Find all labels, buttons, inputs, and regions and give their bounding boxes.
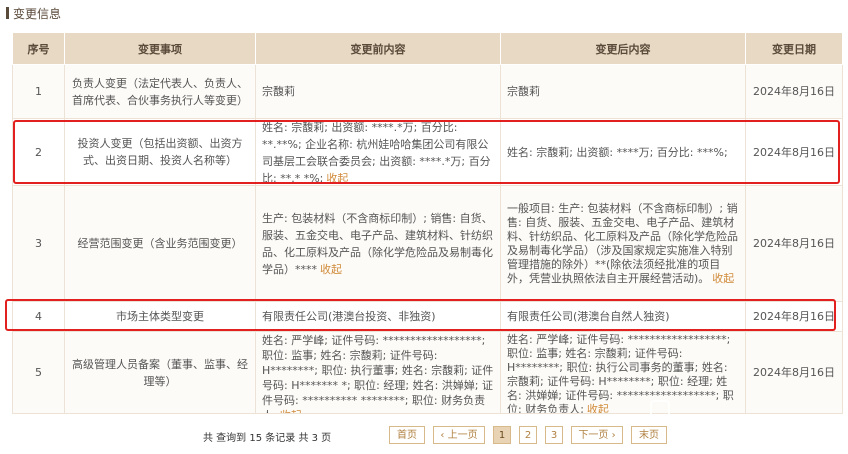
pagination-summary: 共 查询到 15 条记录 共 3 页 xyxy=(203,433,332,444)
watermark-logo-icon xyxy=(650,400,670,420)
row-before-cell: 姓名: 严学峰; 证件号码: ******************; 职位: 监… xyxy=(255,331,501,414)
table-row: 3 经营范围变更（含业务范围变更） 生产: 包装材料（不含商标印制）; 销售: … xyxy=(12,185,843,302)
row-after: 姓名: 宗馥莉; 出资额: ****万; 百分比: ***%; xyxy=(500,118,746,186)
change-info-table: 序号 变更事项 变更前内容 变更后内容 变更日期 1 负责人变更（法定代表人、负… xyxy=(12,32,843,414)
row-date: 2024年8月16日 xyxy=(745,185,843,302)
row-item: 市场主体类型变更 xyxy=(64,301,256,332)
row-before: 姓名: 宗馥莉; 出资额: ****.*万; 百分比: **.**%; 企业名称… xyxy=(262,121,491,185)
row-index: 3 xyxy=(12,185,65,302)
row-after: 一般项目: 生产: 包装材料（不含商标印制）; 销售: 自货、服装、五金交电、电… xyxy=(507,201,738,285)
row-item: 高级管理人员备案（董事、监事、经理等） xyxy=(64,331,256,414)
collapse-link[interactable]: 收起 xyxy=(587,403,609,413)
first-page-button[interactable]: 首页 xyxy=(389,426,425,444)
row-date: 2024年8月16日 xyxy=(745,64,843,119)
last-page-button[interactable]: 末页 xyxy=(631,426,667,444)
watermark xyxy=(650,395,840,425)
section-marker xyxy=(6,7,9,19)
page-button-2[interactable]: 2 xyxy=(519,426,537,444)
table-row: 1 负责人变更（法定代表人、负责人、首席代表、合伙事务执行人等变更） 宗馥莉 宗… xyxy=(12,64,843,119)
pagination: 共 查询到 15 条记录 共 3 页 首页 ‹ 上一页 1 2 3 下一页 › … xyxy=(0,425,848,447)
section-title: 变更信息 xyxy=(13,6,62,21)
collapse-link[interactable]: 收起 xyxy=(280,409,302,413)
collapse-link[interactable]: 收起 xyxy=(326,172,348,185)
section-header: 变更信息 xyxy=(6,3,61,23)
collapse-link[interactable]: 收起 xyxy=(320,263,342,276)
table-row: 4 市场主体类型变更 有限责任公司(港澳台投资、非独资) 有限责任公司(港澳台自… xyxy=(12,301,843,332)
table-header-row: 序号 变更事项 变更前内容 变更后内容 变更日期 xyxy=(12,32,843,65)
row-item: 投资人变更（包括出资额、出资方式、出资日期、投资人名称等） xyxy=(64,118,256,186)
row-before: 宗馥莉 xyxy=(255,64,501,119)
table-row: 2 投资人变更（包括出资额、出资方式、出资日期、投资人名称等） 姓名: 宗馥莉;… xyxy=(12,118,843,186)
row-index: 2 xyxy=(12,118,65,186)
row-before: 有限责任公司(港澳台投资、非独资) xyxy=(255,301,501,332)
row-index: 1 xyxy=(12,64,65,119)
row-before: 生产: 包装材料（不含商标印制）; 销售: 自货、服装、五金交电、电子产品、建筑… xyxy=(262,211,493,276)
row-item: 经营范围变更（含业务范围变更） xyxy=(64,185,256,302)
next-page-button[interactable]: 下一页 › xyxy=(571,426,623,444)
row-before-cell: 姓名: 宗馥莉; 出资额: ****.*万; 百分比: **.**%; 企业名称… xyxy=(255,118,501,186)
header-before: 变更前内容 xyxy=(255,32,501,65)
prev-page-button[interactable]: ‹ 上一页 xyxy=(433,426,485,444)
row-item: 负责人变更（法定代表人、负责人、首席代表、合伙事务执行人等变更） xyxy=(64,64,256,119)
row-before: 姓名: 严学峰; 证件号码: ******************; 职位: 监… xyxy=(262,333,494,413)
row-date: 2024年8月16日 xyxy=(745,118,843,186)
page-button-3[interactable]: 3 xyxy=(545,426,563,444)
header-date: 变更日期 xyxy=(745,32,843,65)
row-after: 宗馥莉 xyxy=(500,64,746,119)
page-button-1[interactable]: 1 xyxy=(493,426,511,444)
row-index: 4 xyxy=(12,301,65,332)
collapse-link[interactable]: 收起 xyxy=(712,272,734,285)
row-after: 有限责任公司(港澳台自然人独资) xyxy=(500,301,746,332)
header-index: 序号 xyxy=(12,32,65,65)
row-index: 5 xyxy=(12,331,65,414)
row-before-cell: 生产: 包装材料（不含商标印制）; 销售: 自货、服装、五金交电、电子产品、建筑… xyxy=(255,185,501,302)
header-after: 变更后内容 xyxy=(500,32,746,65)
row-after-cell: 一般项目: 生产: 包装材料（不含商标印制）; 销售: 自货、服装、五金交电、电… xyxy=(500,185,746,302)
header-item: 变更事项 xyxy=(64,32,256,65)
row-date: 2024年8月16日 xyxy=(745,301,843,332)
